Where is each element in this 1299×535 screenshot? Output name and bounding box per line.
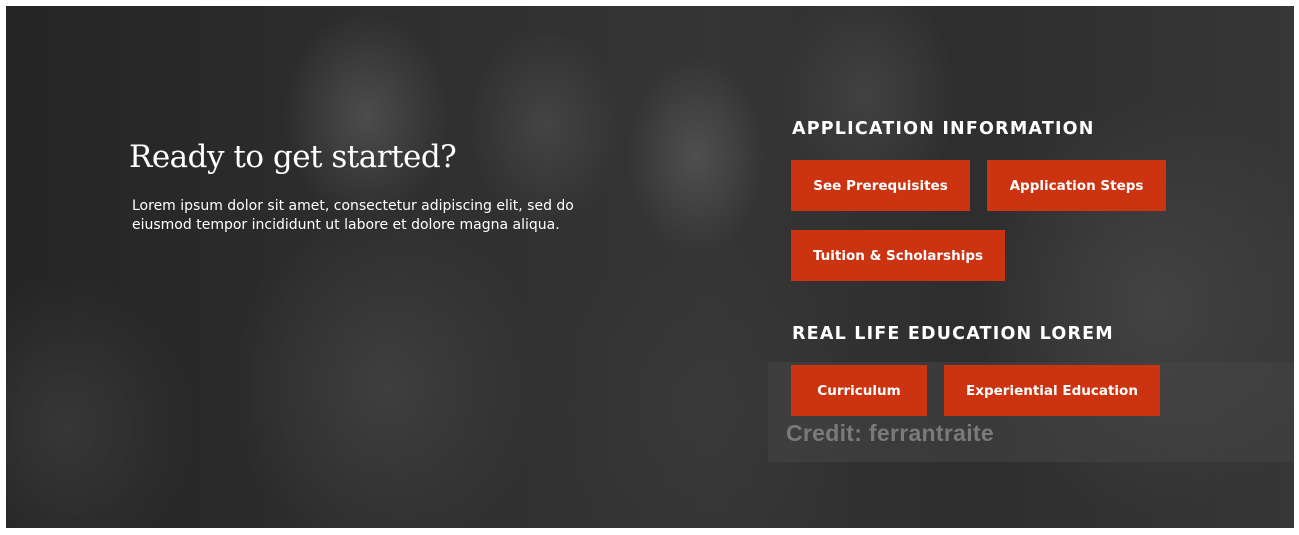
intro-block: Ready to get started? Lorem ipsum dolor …: [129, 139, 589, 235]
real-life-education-heading: REAL LIFE EDUCATION LOREM: [792, 324, 1114, 344]
intro-text-line-2: eiusmod tempor incididunt ut labore et d…: [132, 217, 560, 233]
curriculum-button[interactable]: Curriculum: [791, 365, 927, 416]
intro-text-line-1: Lorem ipsum dolor sit amet, consectetur …: [132, 198, 574, 214]
tuition-scholarships-button[interactable]: Tuition & Scholarships: [791, 230, 1005, 281]
hero-banner: Credit: ferrantraite Ready to get starte…: [6, 6, 1294, 528]
application-steps-button[interactable]: Application Steps: [987, 160, 1166, 211]
photo-credit: Credit: ferrantraite: [786, 420, 994, 446]
page-title: Ready to get started?: [129, 139, 457, 175]
see-prerequisites-button[interactable]: See Prerequisites: [791, 160, 970, 211]
intro-text: Lorem ipsum dolor sit amet, consectetur …: [132, 197, 589, 235]
experiential-education-button[interactable]: Experiential Education: [944, 365, 1160, 416]
application-information-heading: APPLICATION INFORMATION: [792, 119, 1095, 139]
